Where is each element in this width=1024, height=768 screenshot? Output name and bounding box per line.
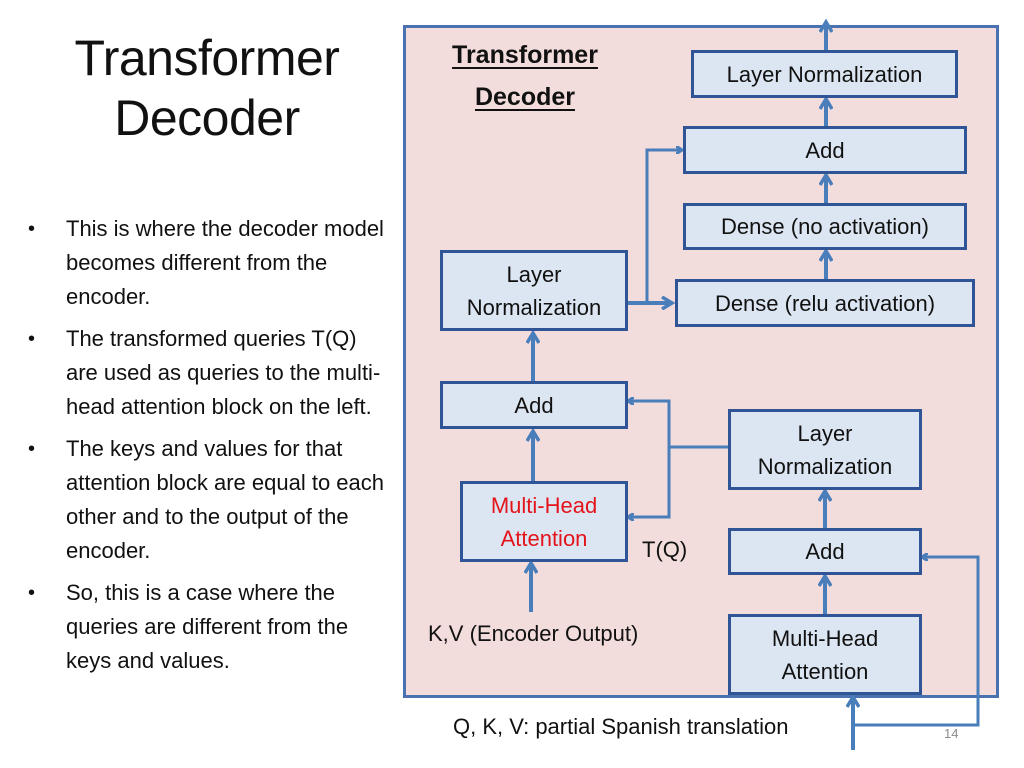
bullet-item: • So, this is a case where the queries ar… — [22, 576, 392, 678]
dense-no-activation-box: Dense (no activation) — [683, 203, 967, 250]
left-add-box: Add — [440, 381, 628, 429]
tq-label: T(Q) — [642, 537, 688, 562]
slide-title-line1: Transformer — [74, 30, 340, 86]
page-number: 14 — [944, 726, 959, 741]
kv-encoder-output-label: K,V (Encoder Output) — [428, 621, 639, 646]
bullet-item: • This is where the decoder model becomes… — [22, 212, 392, 314]
box-label: Dense (relu activation) — [714, 290, 936, 316]
bullet-icon: • — [28, 438, 36, 460]
bullet-item: • The keys and values for that attention … — [22, 432, 392, 568]
bullet-text: The transformed queries T(Q) are used as… — [66, 326, 381, 419]
top-add-box: Add — [683, 126, 967, 174]
box-label: Add — [805, 539, 845, 564]
box-label-line1: Layer — [797, 420, 853, 446]
bullet-icon: • — [28, 582, 36, 604]
slide-title: Transformer Decoder — [22, 28, 392, 148]
box-label-line2: Normalization — [757, 453, 893, 479]
box-label-line1: Layer — [506, 261, 562, 287]
self-attention-box: Multi-Head Attention — [728, 614, 922, 695]
bullet-text: So, this is a case where the queries are… — [66, 580, 349, 673]
box-label-line2: Attention — [500, 525, 588, 551]
box-label-line1: Multi-Head — [771, 625, 879, 651]
bullet-text: This is where the decoder model becomes … — [66, 216, 384, 309]
bullet-item: • The transformed queries T(Q) are used a… — [22, 322, 392, 424]
top-layer-normalization-box: Layer Normalization — [691, 50, 958, 98]
box-label: Dense (no activation) — [721, 214, 929, 239]
box-label: Layer Normalization — [726, 61, 923, 87]
left-layer-normalization-box: Layer Normalization — [440, 250, 628, 331]
dense-relu-box: Dense (relu activation) — [675, 279, 975, 327]
diagram-title: Transformer Decoder — [420, 34, 630, 118]
box-label-line2: Attention — [781, 658, 869, 684]
right-layer-normalization-box: Layer Normalization — [728, 409, 922, 490]
box-label: Add — [514, 392, 554, 418]
slide-title-line2: Decoder — [114, 90, 300, 146]
right-add-box: Add — [728, 528, 922, 575]
diagram-title-line2: Decoder — [474, 83, 576, 111]
box-label: Add — [805, 137, 845, 163]
box-label-line2: Normalization — [466, 294, 602, 320]
bullet-icon: • — [28, 218, 36, 240]
qkv-input-label: Q, K, V: partial Spanish translation — [453, 714, 789, 739]
bullet-text: The keys and values for that attention b… — [66, 436, 385, 563]
bullet-list: • This is where the decoder model becomes… — [22, 212, 392, 686]
cross-attention-box: Multi-Head Attention — [460, 481, 628, 562]
diagram-title-line1: Transformer — [452, 41, 598, 69]
bullet-icon: • — [28, 328, 36, 350]
box-label-line1: Multi-Head — [490, 492, 598, 518]
